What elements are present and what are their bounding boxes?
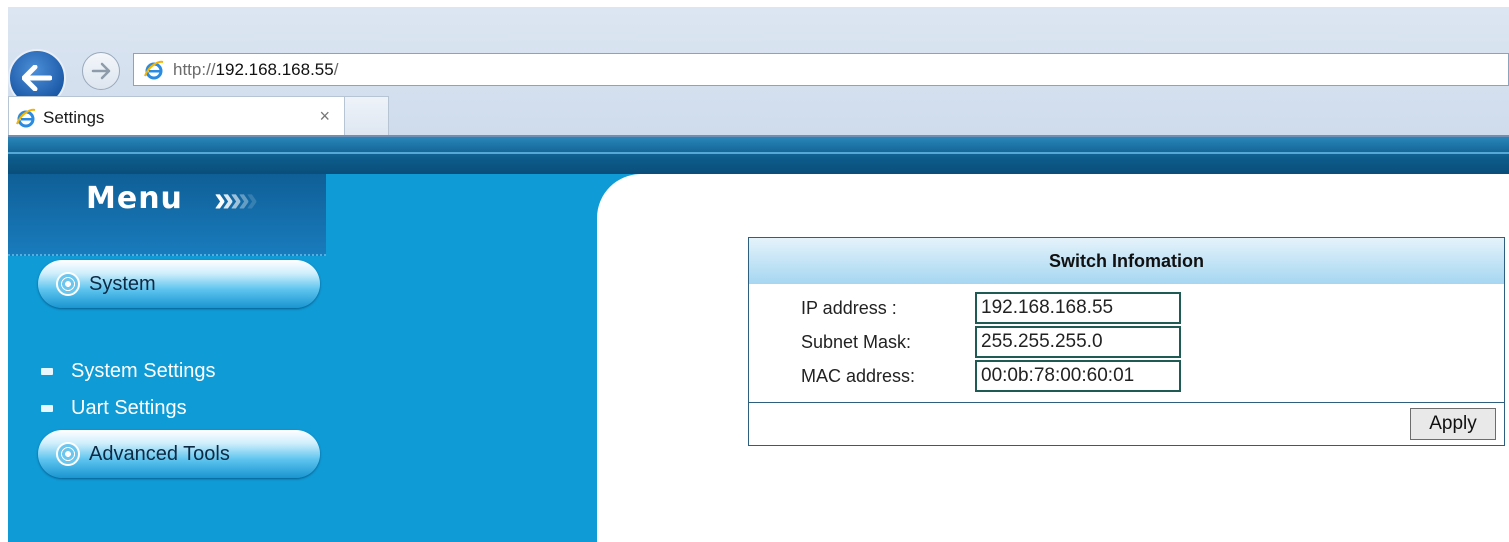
url-scheme: http:// — [173, 59, 216, 79]
header-highlight-line — [8, 152, 1509, 154]
page-header-bar — [8, 137, 1509, 174]
ip-address-label: IP address : — [801, 298, 897, 318]
new-tab-button[interactable] — [345, 96, 389, 138]
subnet-mask-label: Subnet Mask: — [801, 332, 912, 352]
sidebar-item-system-settings[interactable]: System Settings — [41, 360, 216, 383]
browser-chrome: http://192.168.168.55/ Settings × — [8, 7, 1509, 138]
sidebar: Menu ››››› System System Settings Uart S… — [8, 174, 597, 542]
menu-title: Menu — [86, 181, 183, 216]
subnet-mask-field[interactable] — [975, 326, 1181, 358]
sidebar-section-label: System — [89, 272, 156, 295]
forward-button[interactable] — [82, 52, 120, 90]
circle-target-icon — [56, 272, 80, 296]
arrow-right-icon — [91, 62, 111, 80]
tab-settings[interactable]: Settings × — [8, 96, 345, 138]
url-host: 192.168.168.55 — [215, 59, 334, 79]
address-bar[interactable]: http://192.168.168.55/ — [133, 53, 1509, 86]
url-path: / — [333, 59, 339, 79]
sidebar-item-uart-settings[interactable]: Uart Settings — [41, 397, 187, 420]
mac-address-label: MAC address: — [801, 366, 916, 386]
switch-info-panel: Switch Infomation IP address : Subnet Ma… — [748, 237, 1505, 446]
tab-title: Settings — [43, 107, 105, 127]
mac-address-field[interactable] — [975, 360, 1181, 392]
circle-target-icon — [56, 442, 80, 466]
panel-title: Switch Infomation — [749, 238, 1504, 284]
sidebar-section-label: Advanced Tools — [89, 442, 230, 465]
chevrons-icon: ››››› — [214, 178, 258, 219]
sidebar-item-label: System Settings — [71, 360, 216, 382]
arrow-left-icon — [22, 65, 52, 91]
sidebar-item-label: Uart Settings — [71, 397, 187, 419]
sidebar-section-advanced-tools[interactable]: Advanced Tools — [38, 430, 320, 478]
close-icon[interactable]: × — [319, 106, 330, 127]
sidebar-section-system[interactable]: System — [38, 260, 320, 308]
bullet-icon — [41, 368, 53, 375]
bullet-icon — [41, 405, 53, 412]
ie-logo-icon — [144, 60, 164, 79]
apply-button[interactable]: Apply — [1410, 408, 1496, 440]
ip-address-field[interactable] — [975, 292, 1181, 324]
panel-divider — [749, 402, 1504, 403]
menu-header: Menu ››››› — [8, 174, 326, 256]
ie-logo-icon — [16, 108, 36, 127]
